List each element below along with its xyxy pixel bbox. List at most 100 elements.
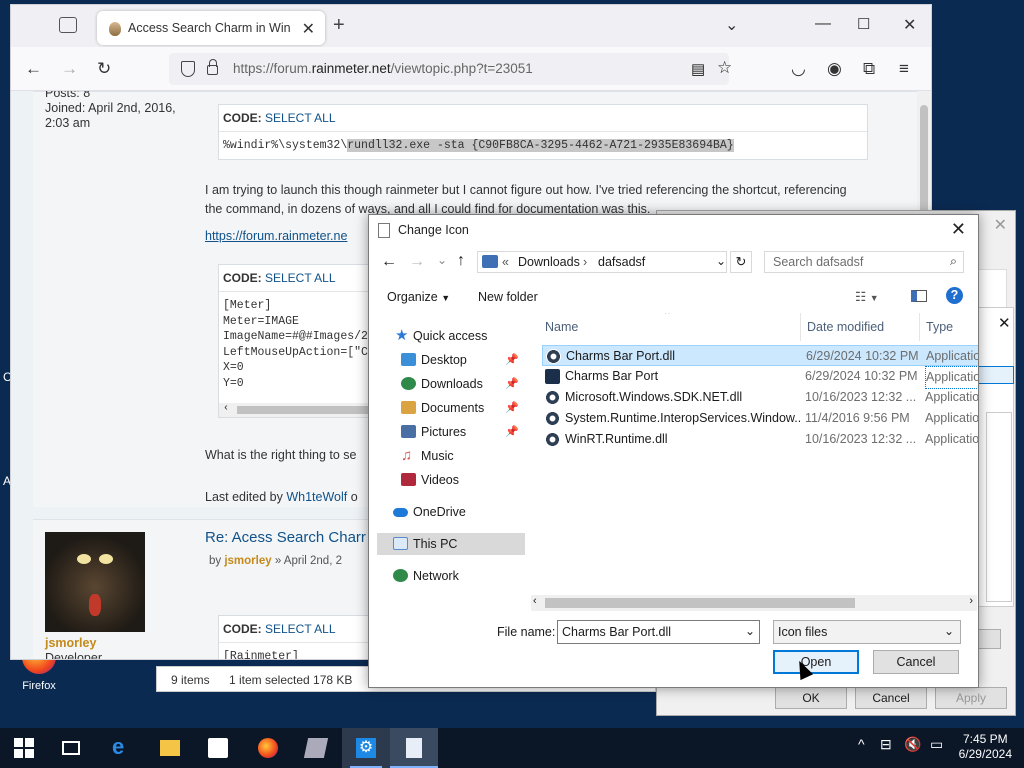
back-icon[interactable]: ←: [381, 253, 397, 271]
extensions-icon[interactable]: ⧉: [863, 59, 875, 79]
taskbar-firefox[interactable]: [244, 728, 292, 768]
nav-item-pictures[interactable]: Pictures 📌: [377, 421, 525, 443]
nav-item-onedrive[interactable]: OneDrive: [377, 501, 525, 523]
tab-list-icon[interactable]: [59, 17, 77, 33]
dll-icon: [545, 432, 560, 447]
nav-item-music[interactable]: ♫ Music: [377, 445, 525, 467]
view-options-icon[interactable]: ☷ ▼: [855, 289, 879, 304]
nav-item-downloads[interactable]: Downloads 📌: [377, 373, 525, 395]
nav-item-this-pc[interactable]: This PC: [377, 533, 525, 555]
taskbar-settings[interactable]: ⚙: [342, 728, 390, 768]
volume-muted-icon[interactable]: 🔇: [904, 736, 921, 753]
file-row[interactable]: Charms Bar Port 6/29/2024 10:32 PM Applica…: [542, 366, 978, 389]
file-row[interactable]: System.Runtime.InteropServices.Window...…: [542, 408, 978, 429]
new-folder-button[interactable]: New folder: [478, 290, 538, 304]
code-content[interactable]: [Meter] Meter=IMAGE ImageName=#@#Images/…: [219, 292, 377, 397]
code-content[interactable]: %windir%\system32\rundll32.exe -sta {C90…: [219, 132, 867, 160]
horizontal-scrollbar[interactable]: ‹ ›: [531, 595, 977, 611]
shield-icon[interactable]: [181, 61, 195, 77]
url-bar[interactable]: https://forum.rainmeter.net/viewtopic.ph…: [169, 53, 732, 85]
close-icon[interactable]: ✕: [994, 215, 1007, 235]
breadcrumb-separator-icon: ›: [583, 255, 588, 269]
back-icon[interactable]: ←: [25, 59, 42, 79]
new-tab-icon[interactable]: +: [333, 14, 345, 37]
select-all-link[interactable]: SELECT ALL: [265, 271, 336, 285]
minimize-icon[interactable]: —: [815, 15, 831, 33]
nav-item-network[interactable]: Network: [377, 565, 525, 587]
post-title[interactable]: Re: Acess Search Charr: [205, 528, 366, 547]
breadcrumb-downloads[interactable]: Downloads: [518, 255, 580, 269]
open-button[interactable]: Open: [773, 650, 859, 674]
search-placeholder: Search dafsadsf: [773, 255, 864, 269]
pocket-icon[interactable]: ◡: [791, 59, 806, 79]
taskbar-document[interactable]: [390, 728, 438, 768]
nav-item-documents[interactable]: Documents 📌: [377, 397, 525, 419]
file-row[interactable]: Microsoft.Windows.SDK.NET.dll 10/16/2023 …: [542, 387, 978, 408]
taskbar-edge[interactable]: e: [98, 728, 146, 768]
network-icon[interactable]: ⊟: [880, 736, 892, 753]
account-icon[interactable]: ◉: [827, 59, 842, 79]
start-button[interactable]: [0, 728, 48, 768]
taskbar-app[interactable]: [292, 728, 340, 768]
ok-button[interactable]: OK: [775, 687, 847, 709]
show-hidden-icons-icon[interactable]: ^: [858, 736, 865, 752]
cancel-button[interactable]: Cancel: [855, 687, 927, 709]
maximize-icon[interactable]: ☐: [857, 15, 870, 33]
file-name-input[interactable]: Charms Bar Port.dll ⌄: [557, 620, 760, 644]
gear-icon: ⚙: [356, 738, 376, 758]
preview-pane-icon[interactable]: [911, 290, 927, 302]
pin-icon: 📌: [505, 378, 519, 390]
help-icon[interactable]: ?: [946, 287, 963, 304]
task-view-button[interactable]: [48, 728, 96, 768]
up-folder-icon[interactable]: ↑: [457, 252, 465, 270]
close-icon[interactable]: ✕: [998, 314, 1011, 332]
clock[interactable]: 7:45 PM 6/29/2024: [959, 732, 1012, 762]
select-all-link[interactable]: SELECT ALL: [265, 111, 336, 125]
nav-item-quick-access[interactable]: ★ Quick access: [377, 325, 525, 347]
browser-tab[interactable]: Access Search Charm in Windo ✕: [97, 11, 325, 45]
close-icon[interactable]: ✕: [951, 219, 966, 240]
cancel-button[interactable]: Cancel: [873, 650, 959, 674]
forward-icon[interactable]: →: [409, 253, 425, 271]
nav-item-desktop[interactable]: Desktop 📌: [377, 349, 525, 371]
column-date[interactable]: Date modified: [800, 313, 884, 341]
column-type[interactable]: Type: [919, 313, 953, 341]
select-all-link[interactable]: SELECT ALL: [265, 622, 336, 636]
reload-icon[interactable]: ↻: [97, 59, 111, 79]
code-content[interactable]: [Rainmeter]: [219, 643, 377, 659]
breadcrumb-dafsadsf[interactable]: dafsadsf: [598, 255, 645, 269]
breadcrumb-overflow[interactable]: «: [502, 255, 509, 269]
nav-item-videos[interactable]: Videos: [377, 469, 525, 491]
bookmark-star-icon[interactable]: ☆: [717, 58, 732, 78]
column-name[interactable]: Name: [545, 313, 578, 341]
avatar[interactable]: [45, 532, 145, 632]
notifications-icon[interactable]: ▭: [930, 736, 943, 753]
organize-button[interactable]: Organize ▼: [387, 290, 450, 304]
username[interactable]: jsmorley: [45, 636, 102, 651]
close-tab-icon[interactable]: ✕: [302, 19, 315, 39]
properties-button[interactable]: [977, 629, 1001, 649]
file-type-select[interactable]: Icon files ⌄: [773, 620, 961, 644]
chevron-down-icon[interactable]: ⌄: [725, 15, 738, 35]
address-bar[interactable]: « Downloads › dafsadsf ⌄: [477, 251, 727, 273]
taskbar-explorer[interactable]: [146, 728, 194, 768]
editor-link[interactable]: Wh1teWolf: [286, 490, 347, 504]
author-link[interactable]: jsmorley: [224, 555, 271, 567]
close-window-icon[interactable]: ✕: [903, 15, 916, 35]
chevron-down-icon: ⌄: [744, 624, 755, 638]
reader-view-icon[interactable]: ▤: [691, 60, 705, 78]
file-row[interactable]: Charms Bar Port.dll 6/29/2024 10:32 PM App…: [542, 345, 978, 366]
recent-locations-icon[interactable]: ⌄: [437, 253, 447, 267]
search-input[interactable]: Search dafsadsf ⌕: [764, 251, 964, 273]
lock-icon[interactable]: [207, 59, 218, 75]
forward-icon[interactable]: →: [61, 59, 78, 79]
taskbar-store[interactable]: [194, 728, 242, 768]
code-scrollbar[interactable]: ‹: [219, 403, 377, 417]
chevron-down-icon[interactable]: ⌄: [716, 254, 726, 268]
menu-icon[interactable]: ≡: [899, 59, 909, 79]
documentation-link[interactable]: https://forum.rainmeter.ne: [205, 227, 347, 246]
file-row[interactable]: WinRT.Runtime.dll 10/16/2023 12:32 ... App…: [542, 429, 978, 450]
apply-button[interactable]: Apply: [935, 687, 1007, 709]
folder-icon: [482, 255, 498, 268]
refresh-icon[interactable]: ↻: [730, 251, 752, 273]
